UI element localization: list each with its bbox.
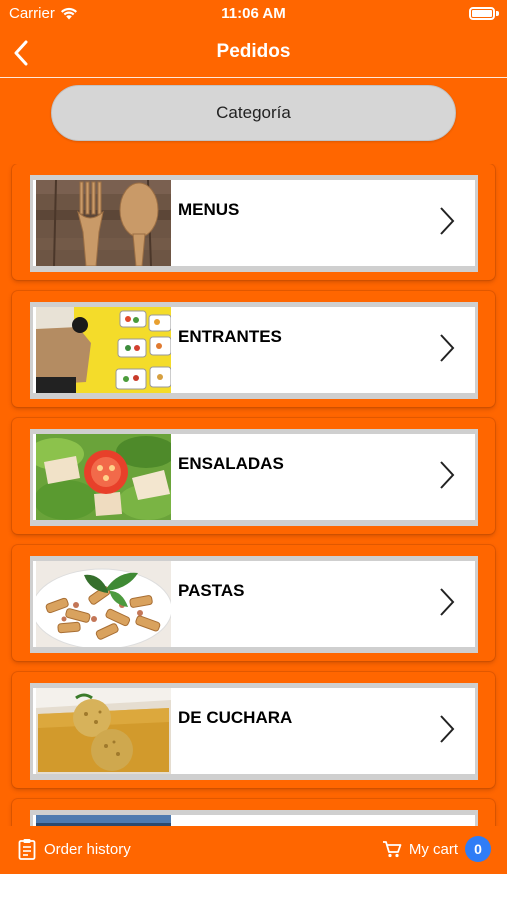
order-history-button[interactable]: Order history [18, 838, 131, 860]
category-label: DE CUCHARA [178, 708, 293, 727]
chevron-right-icon [440, 715, 455, 743]
salad-image [36, 434, 171, 520]
my-cart-label: My cart [408, 840, 458, 858]
cutlery-image [36, 180, 171, 266]
cart-icon [382, 841, 402, 858]
category-card-entrantes[interactable]: ENTRANTES [12, 291, 495, 407]
category-card-de-cuchara[interactable]: DE CUCHARA [12, 672, 495, 788]
clipboard-icon [18, 839, 36, 860]
order-history-label: Order history [44, 840, 131, 858]
soup-image [36, 688, 171, 774]
chevron-right-icon [440, 588, 455, 616]
category-label: ENSALADAS [178, 454, 284, 473]
tab-bar: Order history My cart 0 [0, 826, 507, 874]
category-card-menus[interactable]: MENUS [12, 164, 495, 280]
category-card-partial[interactable] [12, 799, 495, 826]
category-card-ensaladas[interactable]: ENSALADAS [12, 418, 495, 534]
category-label: ENTRANTES [178, 327, 282, 346]
chevron-right-icon [440, 334, 455, 362]
home-indicator-area [0, 874, 507, 900]
takeaway-image [36, 307, 171, 393]
card-inner: MENUS [30, 175, 478, 272]
battery-icon [469, 7, 495, 20]
status-bar: Carrier 11:06 AM [0, 0, 507, 28]
card-inner: ENTRANTES [30, 302, 478, 399]
category-button[interactable]: Categoría [51, 85, 456, 141]
pasta-image [36, 561, 171, 647]
cart-count-badge: 0 [465, 836, 491, 862]
partial-image [36, 815, 171, 826]
clock: 11:06 AM [221, 5, 286, 22]
battery-tip [496, 11, 499, 16]
category-list: MENUS ENTRANTES ENSALADAS PASTAS DE CUCH… [0, 164, 507, 826]
navigation-bar: Pedidos [0, 28, 507, 78]
page-title: Pedidos [216, 41, 291, 62]
chevron-right-icon [440, 461, 455, 489]
card-inner: ENSALADAS [30, 429, 478, 526]
card-inner: PASTAS [30, 556, 478, 653]
chevron-right-icon [440, 207, 455, 235]
card-inner: DE CUCHARA [30, 683, 478, 780]
category-card-pastas[interactable]: PASTAS [12, 545, 495, 661]
category-label: MENUS [178, 200, 240, 219]
my-cart-button[interactable]: My cart 0 [382, 836, 491, 862]
category-label: PASTAS [178, 581, 245, 600]
category-label: Categoría [216, 103, 291, 122]
card-inner [30, 810, 478, 826]
